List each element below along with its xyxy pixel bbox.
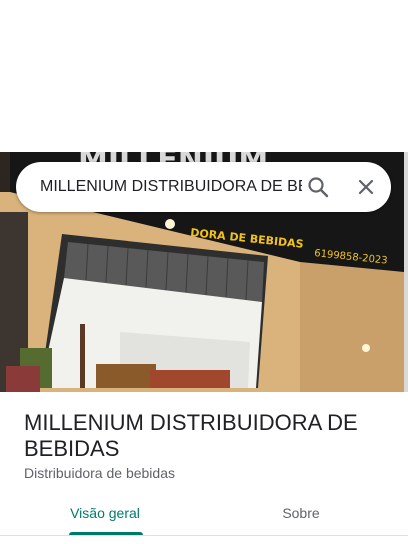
search-bar[interactable]: MILLENIUM DISTRIBUIDORA DE BEBIDAS [16, 162, 391, 212]
close-icon[interactable] [354, 175, 378, 199]
search-icon[interactable] [306, 175, 330, 199]
place-category: Distribuidora de bebidas [24, 465, 175, 481]
scrollbar-edge [404, 152, 408, 392]
map-blank-area [0, 0, 408, 152]
place-title: MILLENIUM DISTRIBUIDORA DE BEBIDAS [24, 410, 358, 461]
tabs-divider [0, 535, 408, 536]
search-input[interactable]: MILLENIUM DISTRIBUIDORA DE BEBIDAS [40, 176, 302, 198]
